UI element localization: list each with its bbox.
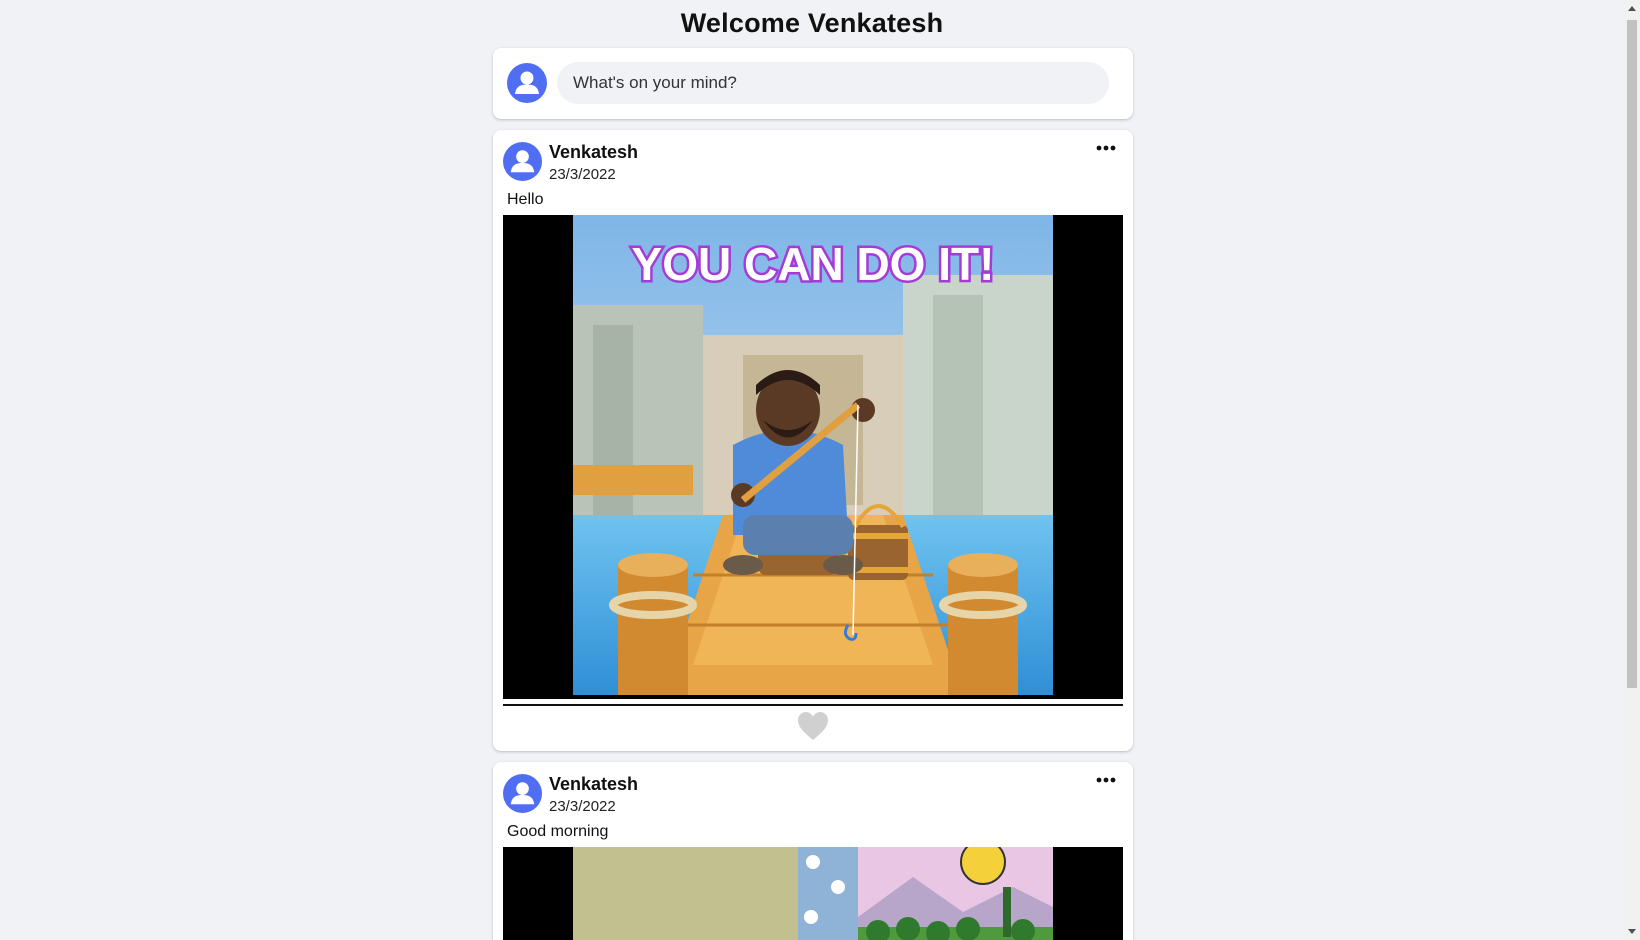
post-image[interactable] [503,847,1123,940]
scroll-up-icon[interactable] [1628,6,1636,11]
post-author[interactable]: Venkatesh [549,142,638,163]
scrollbar-thumb[interactable] [1627,20,1637,688]
post-divider [503,704,1123,706]
post-text: Good morning [507,823,609,840]
author-avatar-icon[interactable] [503,774,542,813]
post-card: Venkatesh 23/3/2022 Good morning [493,762,1133,940]
post-date: 23/3/2022 [549,798,616,815]
more-options-icon[interactable] [1093,772,1119,788]
page: Welcome Venkatesh Venkatesh 23/3/2022 [0,0,1640,940]
more-options-icon[interactable] [1093,140,1119,156]
post-date: 23/3/2022 [549,166,616,183]
page-title: Welcome Venkatesh [680,8,944,38]
page-scrollbar[interactable] [1624,0,1640,940]
post-text: Hello [507,191,544,208]
heart-icon[interactable] [796,710,830,742]
status-input[interactable] [557,62,1109,104]
gif-illustration: YOU CAN DO IT! [573,215,1053,695]
post-image[interactable]: YOU CAN DO IT! [503,215,1123,699]
gif-caption: YOU CAN DO IT! [632,238,995,290]
post-author[interactable]: Venkatesh [549,774,638,795]
author-avatar-icon[interactable] [503,142,542,181]
gif-illustration [573,847,1053,940]
scroll-down-icon[interactable] [1628,929,1636,934]
post-composer [493,48,1133,119]
user-avatar-icon[interactable] [507,63,547,103]
post-card: Venkatesh 23/3/2022 Hello YOU CAN DO IT! [493,130,1133,751]
